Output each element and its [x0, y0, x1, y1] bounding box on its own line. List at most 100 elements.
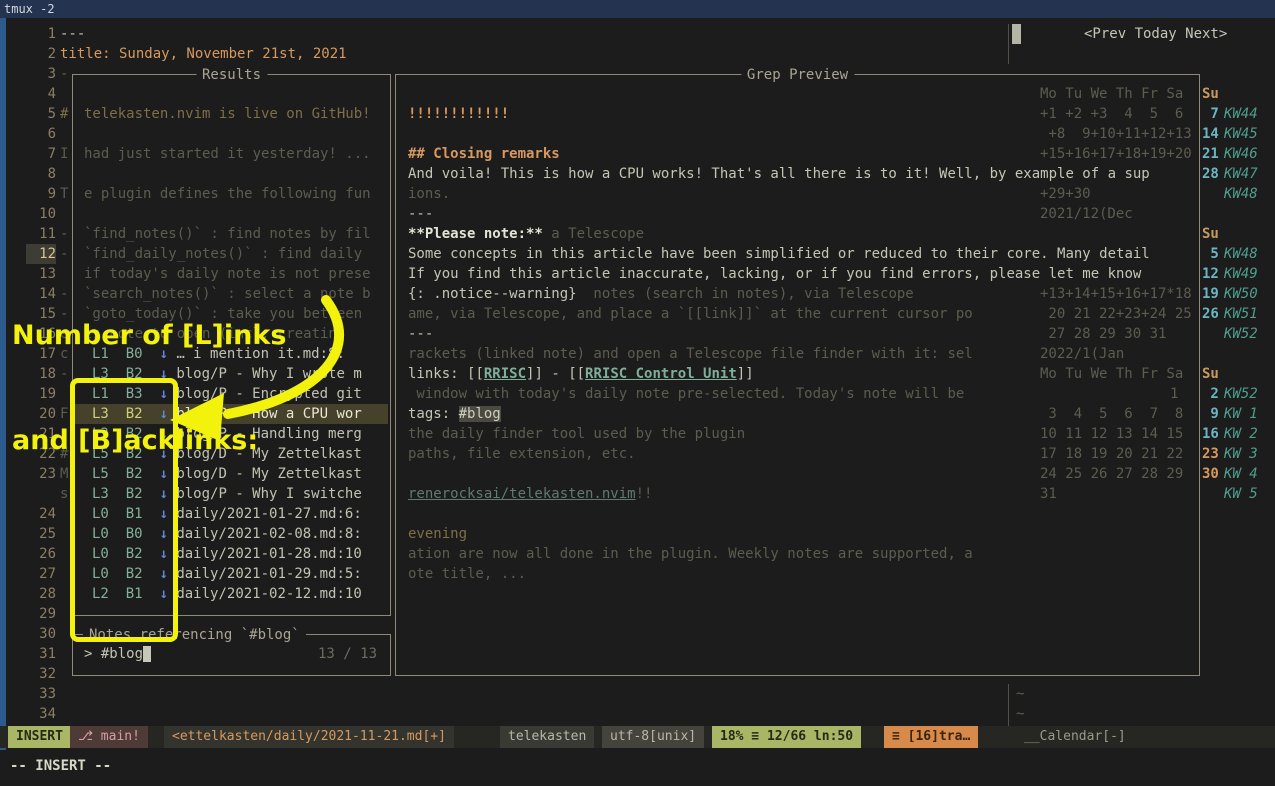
line-number: 34 — [26, 704, 56, 724]
statusline: INSERT ⎇ main! <ettelkasten/daily/2021-1… — [0, 726, 1275, 748]
prompt-input[interactable]: > #blog — [84, 644, 151, 664]
empty-line-tilde: ~ — [1016, 704, 1024, 724]
gutter-row: 3 — [26, 64, 56, 84]
git-branch[interactable]: ⎇ main! — [70, 726, 148, 748]
plugin-name: telekasten — [500, 726, 594, 748]
line-number: 28 — [26, 584, 56, 604]
text-segment: KW 1 — [1224, 406, 1258, 422]
text-segment: +8 9+10+11+12+13 — [1040, 126, 1192, 142]
calendar-sunday[interactable]: 2 — [1202, 384, 1219, 404]
calendar-day-header: Su — [1202, 364, 1219, 384]
text-segment: 3 4 5 6 7 8 — [1040, 406, 1183, 422]
text-segment: KW 3 — [1224, 446, 1258, 462]
gutter-row: 31 — [26, 644, 56, 664]
calendar-sunday[interactable]: 19 — [1202, 284, 1219, 304]
text-segment: If you find this article inaccurate, lac… — [408, 266, 1141, 282]
gutter-row: 2 — [26, 44, 56, 64]
calendar-week-number: KW47 — [1224, 164, 1258, 184]
text-segment: 27 28 29 30 31 — [1040, 326, 1166, 342]
preview-line: And voila! This is how a CPU works! That… — [408, 164, 1150, 184]
calendar-nav[interactable]: <Prev Today Next> — [1084, 24, 1227, 44]
calendar-week-number: KW50 — [1224, 284, 1258, 304]
calendar-day-header: Mo Tu We Th Fr Sa — [1040, 364, 1183, 384]
editor-bg-line: ions. — [408, 184, 450, 204]
text-segment: paths, file extension, etc. — [408, 446, 636, 462]
text-segment: daily/2021-02-08.md:8: — [176, 526, 361, 542]
text-segment: evening — [408, 526, 467, 542]
tmux-titlebar: tmux -2 — [0, 0, 1275, 18]
mode-indicator: INSERT — [8, 726, 71, 748]
gutter-row: 9 — [26, 184, 56, 204]
text-segment: KW51 — [1224, 306, 1258, 322]
calendar-week: 24 25 26 27 28 29 — [1040, 464, 1183, 484]
text-segment: title: Sunday, November 21st, 2021 — [60, 46, 347, 62]
annotation-label: Number of [L]inks and [B]acklinks: — [12, 248, 286, 528]
calendar-sunday[interactable]: 23 — [1202, 444, 1219, 464]
text-segment: 21 — [1202, 146, 1219, 162]
text-segment: a Telescope — [543, 226, 644, 242]
file-encoding: utf-8[unix] — [602, 726, 704, 748]
results-bg-line: had just started it yesterday! ... — [84, 144, 371, 164]
match-counter: 13 / 13 — [318, 644, 377, 664]
calendar-week: 17 18 19 20 21 22 — [1040, 444, 1183, 464]
text-segment: # — [60, 106, 68, 122]
text-segment: Mo Tu We Th Fr Sa — [1040, 366, 1183, 382]
text-segment: daily/2021-02-12.md:10 — [176, 586, 361, 602]
calendar-week: 27 28 29 30 31 — [1040, 324, 1166, 344]
gutter-row: 4 — [26, 84, 56, 104]
text-segment: !! — [636, 486, 653, 502]
calendar-day-header: Mo Tu We Th Fr Sa — [1040, 84, 1183, 104]
text-segment: ]] — [737, 366, 754, 382]
preview-line: {: .notice--warning} notes (search in no… — [408, 284, 914, 304]
calendar-week-number: KW 3 — [1224, 444, 1258, 464]
gutter-row: 29 — [26, 604, 56, 624]
annotation-line-2: and [B]acklinks: — [12, 423, 286, 458]
text-segment: KW50 — [1224, 286, 1258, 302]
text-segment: `find_notes()` : find notes by fil — [84, 226, 371, 242]
calendar-sunday[interactable]: 21 — [1202, 144, 1219, 164]
calendar-sunday[interactable]: 28 — [1202, 164, 1219, 184]
calendar-sunday[interactable]: 9 — [1202, 404, 1219, 424]
text-segment: !!!!!!!!!!!! — [408, 106, 509, 122]
text-segment: KW44 — [1224, 106, 1258, 122]
line-number: 9 — [26, 184, 56, 204]
line-number: 32 — [26, 664, 56, 684]
text-segment: --- — [60, 26, 85, 42]
calendar-week: 20 21 22+23+24 25 — [1040, 304, 1192, 324]
text-segment: links: — [408, 366, 467, 382]
text-segment: ation are now all done in the plugin. We… — [408, 546, 973, 562]
gutter-row: 34 — [26, 704, 56, 724]
line-number: 11 — [26, 224, 56, 244]
line-number: 4 — [26, 84, 56, 104]
text-segment: RRISC Control Unit — [585, 366, 737, 382]
calendar-week: 3 4 5 6 7 8 — [1040, 404, 1183, 424]
text-segment: +29+30 — [1040, 186, 1091, 202]
cursor-position: 18% ≡ 12/66 ln:50 — [712, 726, 861, 748]
calendar-statusline: __Calendar[-] — [1016, 726, 1134, 748]
preview-line: --- — [408, 324, 433, 344]
calendar-sunday[interactable]: 16 — [1202, 424, 1219, 444]
text-segment: KW47 — [1224, 166, 1258, 182]
text-segment: 24 25 26 27 28 29 — [1040, 466, 1183, 482]
editor-title-line: title: Sunday, November 21st, 2021 — [60, 44, 347, 64]
calendar-sunday[interactable]: 5 — [1202, 244, 1219, 264]
text-segment: 26 — [1202, 306, 1219, 322]
file-path[interactable]: <ettelkasten/daily/2021-11-21.md[+] — [164, 726, 454, 748]
calendar-sunday[interactable]: 7 — [1202, 104, 1219, 124]
text-segment: - — [60, 66, 68, 82]
calendar-sunday[interactable]: 30 — [1202, 464, 1219, 484]
text-segment: **Please note:** — [408, 226, 543, 242]
text-segment: daily/2021-01-28.md:10 — [176, 546, 361, 562]
text-segment: 19 — [1202, 286, 1219, 302]
text-segment: [[ — [467, 366, 484, 382]
gutter-row: 8 — [26, 164, 56, 184]
text-segment: window with today's daily note pre-selec… — [408, 386, 964, 402]
calendar-week-number: KW48 — [1224, 244, 1258, 264]
calendar-sunday[interactable]: 26 — [1202, 304, 1219, 324]
gutter-row: 11 — [26, 224, 56, 244]
calendar-sunday[interactable]: 14 — [1202, 124, 1219, 144]
text-segment: the daily finder tool used by the plugin — [408, 426, 745, 442]
text-segment: KW52 — [1224, 386, 1258, 402]
calendar-sunday[interactable]: 12 — [1202, 264, 1219, 284]
line-number: 6 — [26, 124, 56, 144]
